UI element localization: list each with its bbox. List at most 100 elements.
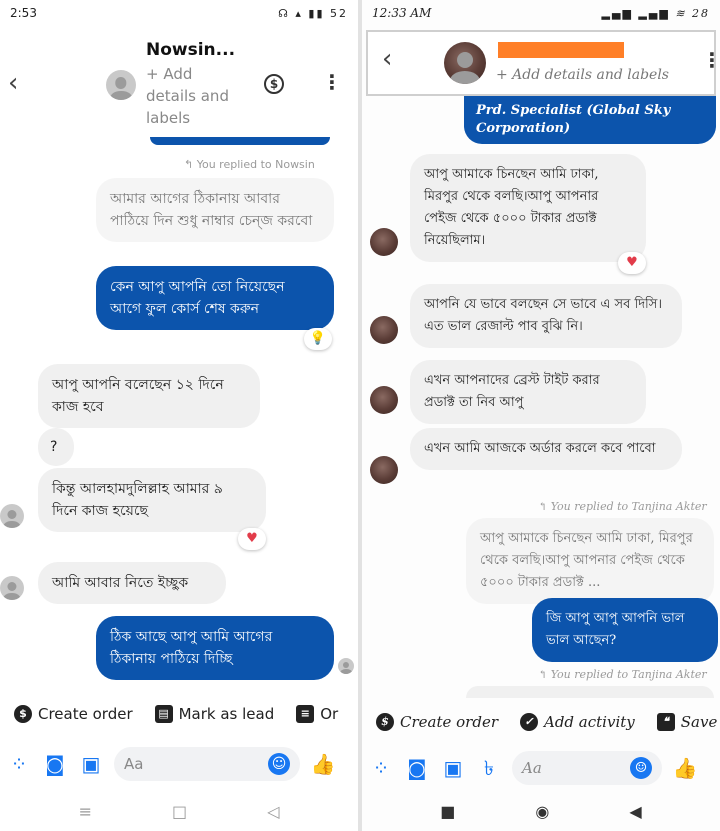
- gallery-icon[interactable]: ▣: [440, 755, 466, 781]
- chip-label: Or: [320, 705, 339, 723]
- subtitle-line-3: labels: [146, 109, 191, 127]
- quoted-message-fragment: [466, 686, 714, 698]
- message-input[interactable]: Aa ☺: [512, 751, 662, 785]
- contact-avatar-small: [0, 504, 24, 528]
- home-icon[interactable]: ◉: [535, 802, 549, 821]
- check-icon: ✓: [520, 713, 538, 731]
- sent-message-bubble[interactable]: কেন আপু আপনি তো নিয়েছেন আগে ফুল কোর্স শ…: [96, 266, 334, 330]
- sent-message-fragment[interactable]: Prd. Specialist (Global Sky Corporation): [464, 96, 716, 144]
- message-input-placeholder: Aa: [522, 759, 542, 777]
- contact-avatar-small: [370, 456, 398, 484]
- sent-message-bubble[interactable]: ঠিক আছে আপু আমি আগের ঠিকানায় পাঠিয়ে দি…: [96, 616, 334, 680]
- quick-actions-bar: $ Create order ▤ Mark as lead ≡ Or: [0, 700, 358, 728]
- redacted-contact-name: [498, 42, 624, 58]
- chat-header: ‹ Nowsin... + Add details and labels $ ⋮: [0, 26, 358, 138]
- add-activity-chip[interactable]: ✓ Add activity: [520, 713, 635, 731]
- recents-icon[interactable]: ■: [440, 802, 455, 821]
- create-order-chip[interactable]: $ Create order: [14, 705, 133, 723]
- camera-icon[interactable]: ◙: [404, 755, 430, 781]
- thumbs-up-icon[interactable]: 👍: [310, 751, 336, 777]
- status-bar: 12:33 AM ▂▄▆ ▂▄▆ ≋ 28: [362, 0, 720, 26]
- save-reply-icon: ❝: [656, 713, 675, 731]
- received-message-bubble[interactable]: আপনি যে ভাবে বলছেন সে ভাবে এ সব দিসি। এত…: [410, 284, 682, 348]
- composer: ⁘ ◙ ▣ ৳ Aa ☺ 👍: [362, 744, 720, 792]
- dollar-icon[interactable]: $: [264, 74, 284, 94]
- dollar-icon: $: [376, 713, 394, 731]
- taka-icon[interactable]: ৳: [476, 755, 502, 781]
- save-chip[interactable]: ❝ Save: [656, 713, 718, 731]
- chip-label: Create order: [38, 705, 133, 723]
- back-nav-icon[interactable]: ◀: [629, 802, 641, 821]
- more-options-icon[interactable]: ⋮: [702, 48, 720, 72]
- recents-icon[interactable]: ≡: [79, 802, 92, 821]
- contact-avatar[interactable]: [444, 42, 486, 84]
- reply-indicator: ↰ You replied to Tanjina Akter: [538, 500, 707, 513]
- reply-indicator-text: You replied to Nowsin: [196, 158, 315, 171]
- dollar-icon: $: [14, 705, 32, 723]
- mark-as-lead-chip[interactable]: ▤ Mark as lead: [154, 705, 274, 723]
- gallery-icon[interactable]: ▣: [78, 751, 104, 777]
- emoji-icon[interactable]: ☺: [268, 753, 290, 775]
- create-order-chip[interactable]: $ Create order: [376, 713, 498, 731]
- contact-avatar-small: [370, 316, 398, 344]
- contact-avatar[interactable]: [106, 70, 136, 100]
- right-phone-screen: 12:33 AM ▂▄▆ ▂▄▆ ≋ 28 ‹ + Add details an…: [362, 0, 720, 831]
- seen-avatar: [338, 658, 354, 674]
- received-message-bubble[interactable]: এখন আপনাদের ব্রেস্ট টাইট করার প্রডাক্ট ত…: [410, 360, 646, 424]
- system-nav-bar: ■ ◉ ◀: [362, 791, 720, 831]
- reply-indicator-text: You replied to Tanjina Akter: [550, 668, 707, 681]
- emoji-icon[interactable]: ☺: [630, 757, 652, 779]
- form-icon: ≡: [296, 705, 315, 723]
- status-time: 2:53: [10, 6, 37, 20]
- received-message-bubble[interactable]: আমি আবার নিতে ইচ্ছুক: [38, 562, 226, 604]
- message-input-placeholder: Aa: [124, 755, 144, 773]
- reaction-icon[interactable]: 💡: [304, 328, 332, 350]
- message-input[interactable]: Aa ☺: [114, 747, 300, 781]
- previous-message-fragment: [150, 137, 330, 145]
- add-details-labels-link[interactable]: + Add details and labels: [496, 64, 669, 86]
- camera-icon[interactable]: ◙: [42, 751, 68, 777]
- back-arrow-icon[interactable]: ‹: [8, 68, 18, 98]
- system-nav-bar: ≡ □ ◁: [0, 791, 358, 831]
- back-arrow-icon[interactable]: ‹: [382, 44, 392, 74]
- heart-reaction-icon[interactable]: ♥: [618, 252, 646, 274]
- heart-reaction-icon[interactable]: ♥: [238, 528, 266, 550]
- left-phone-screen: 2:53 ☊ ▴ ▮▮ 52 ‹ Nowsin... + Add details…: [0, 0, 358, 831]
- contact-avatar-small: [370, 386, 398, 414]
- received-message-bubble[interactable]: আপু আমাকে চিনছেন আমি ঢাকা, মিরপুর থেকে ব…: [410, 154, 646, 262]
- chip-label: Add activity: [544, 713, 635, 731]
- subtitle-line-2: details and: [146, 87, 229, 105]
- back-nav-icon[interactable]: ◁: [267, 802, 279, 821]
- status-icons: ☊ ▴ ▮▮ 52: [278, 6, 348, 20]
- sent-message-bubble[interactable]: জি আপু আপু আপনি ভাল ভাল আছেন?: [532, 598, 718, 662]
- received-message-bubble[interactable]: এখন আমি আজকে অর্ডার করলে কবে পাবো: [410, 428, 682, 470]
- reply-indicator: ↰ You replied to Nowsin: [184, 158, 315, 171]
- subtitle-line-1: + Add: [146, 65, 193, 83]
- chip-label: Create order: [400, 713, 498, 731]
- more-options-icon[interactable]: ⋮: [322, 70, 342, 94]
- received-message-bubble[interactable]: ?: [38, 428, 74, 466]
- lead-card-icon: ▤: [154, 705, 173, 723]
- split-screenshot: 2:53 ☊ ▴ ▮▮ 52 ‹ Nowsin... + Add details…: [0, 0, 720, 831]
- status-time: 12:33 AM: [372, 6, 432, 20]
- quoted-message-bubble[interactable]: আমার আগের ঠিকানায় আবার পাঠিয়ে দিন শুধু…: [96, 178, 334, 242]
- received-message-bubble[interactable]: আপু আপনি বলেছেন ১২ দিনে কাজ হবে: [38, 364, 260, 428]
- apps-grid-icon[interactable]: ⁘: [6, 751, 32, 777]
- thumbs-up-icon[interactable]: 👍: [672, 755, 698, 781]
- status-bar: 2:53 ☊ ▴ ▮▮ 52: [0, 0, 358, 26]
- chat-header: ‹ + Add details and labels ⋮: [366, 30, 720, 96]
- contact-avatar-small: [370, 228, 398, 256]
- reply-indicator: ↰ You replied to Tanjina Akter: [538, 668, 707, 681]
- order-chip[interactable]: ≡ Or: [296, 705, 338, 723]
- chip-label: Save: [680, 713, 718, 731]
- received-message-bubble[interactable]: কিন্তু আলহামদুলিল্লাহ আমার ৯ দিনে কাজ হয…: [38, 468, 266, 532]
- message-list: Prd. Specialist (Global Sky Corporation)…: [362, 96, 720, 698]
- home-icon[interactable]: □: [172, 802, 187, 821]
- add-details-labels-link[interactable]: + Add details and labels: [146, 63, 229, 129]
- message-list: ↰ You replied to Nowsin আমার আগের ঠিকানা…: [0, 137, 358, 688]
- quick-actions-bar: $ Create order ✓ Add activity ❝ Save: [362, 708, 720, 736]
- contact-name[interactable]: Nowsin...: [146, 40, 235, 60]
- quoted-message-bubble[interactable]: আপু আমাকে চিনছেন আমি ঢাকা, মিরপুর থেকে ব…: [466, 518, 714, 604]
- status-icons: ▂▄▆ ▂▄▆ ≋ 28: [601, 6, 710, 20]
- apps-grid-icon[interactable]: ⁘: [368, 755, 394, 781]
